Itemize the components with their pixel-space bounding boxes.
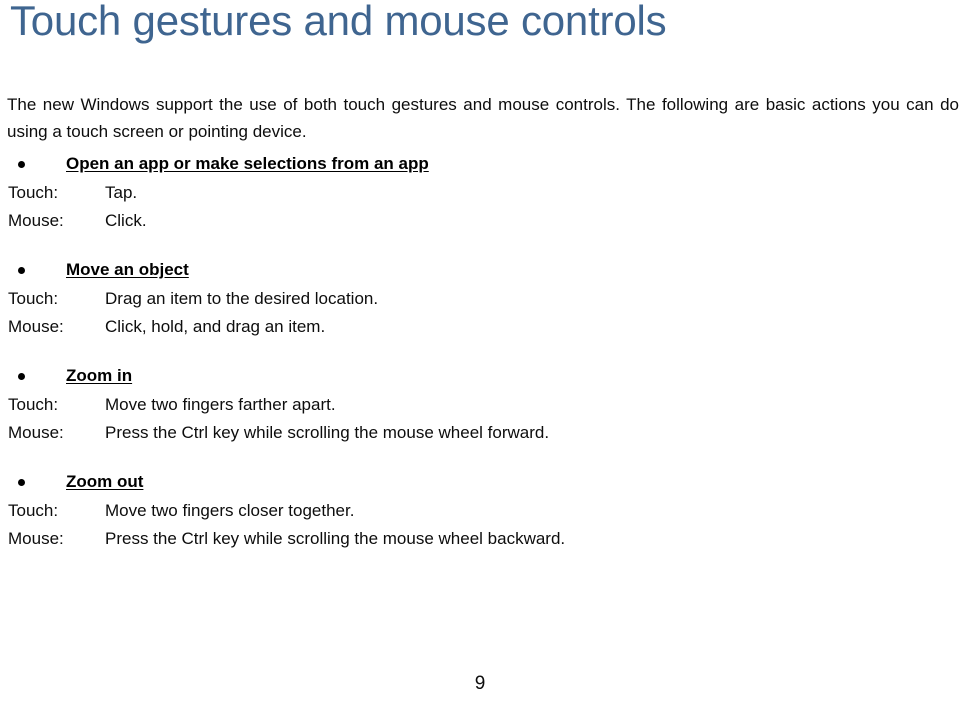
section-heading-row: Zoom in (0, 364, 960, 392)
touch-label: Touch: (8, 183, 59, 202)
section-heading: Zoom out (66, 472, 144, 491)
bullet-icon (18, 161, 25, 168)
page-title: Touch gestures and mouse controls (10, 0, 667, 44)
touch-row: Touch: Move two fingers farther apart. (0, 392, 960, 420)
touch-value: Move two fingers farther apart. (105, 395, 336, 414)
touch-label: Touch: (8, 289, 59, 308)
gesture-section: Zoom in Touch: Move two fingers farther … (0, 364, 960, 448)
touch-value: Move two fingers closer together. (105, 501, 355, 520)
document-page: Touch gestures and mouse controls The ne… (0, 0, 960, 705)
mouse-label: Mouse: (8, 423, 64, 442)
mouse-row: Mouse: Click. (0, 208, 960, 236)
mouse-label: Mouse: (8, 529, 64, 548)
section-heading: Open an app or make selections from an a… (66, 154, 429, 173)
section-heading-row: Move an object (0, 258, 960, 286)
section-heading-row: Open an app or make selections from an a… (0, 152, 960, 180)
mouse-value: Click. (105, 211, 147, 230)
gesture-section: Zoom out Touch: Move two fingers closer … (0, 470, 960, 554)
gesture-sections-list: Open an app or make selections from an a… (0, 152, 960, 554)
page-number: 9 (474, 673, 486, 694)
bullet-icon (18, 479, 25, 486)
mouse-value: Press the Ctrl key while scrolling the m… (105, 529, 566, 548)
gesture-section: Move an object Touch: Drag an item to th… (0, 258, 960, 342)
touch-label: Touch: (8, 501, 59, 520)
mouse-value: Press the Ctrl key while scrolling the m… (105, 423, 550, 442)
section-heading: Move an object (66, 260, 189, 279)
mouse-row: Mouse: Press the Ctrl key while scrollin… (0, 526, 960, 554)
bullet-icon (18, 267, 25, 274)
touch-value: Tap. (105, 183, 138, 202)
section-heading: Zoom in (66, 366, 133, 385)
mouse-label: Mouse: (8, 317, 64, 336)
touch-row: Touch: Tap. (0, 180, 960, 208)
mouse-value: Click, hold, and drag an item. (105, 317, 326, 336)
touch-row: Touch: Drag an item to the desired locat… (0, 286, 960, 314)
touch-value: Drag an item to the desired location. (105, 289, 379, 308)
bullet-icon (18, 373, 25, 380)
mouse-label: Mouse: (8, 211, 64, 230)
mouse-row: Mouse: Click, hold, and drag an item. (0, 314, 960, 342)
gesture-section: Open an app or make selections from an a… (0, 152, 960, 236)
touch-label: Touch: (8, 395, 59, 414)
touch-row: Touch: Move two fingers closer together. (0, 498, 960, 526)
section-heading-row: Zoom out (0, 470, 960, 498)
mouse-row: Mouse: Press the Ctrl key while scrollin… (0, 420, 960, 448)
intro-paragraph: The new Windows support the use of both … (7, 95, 959, 141)
